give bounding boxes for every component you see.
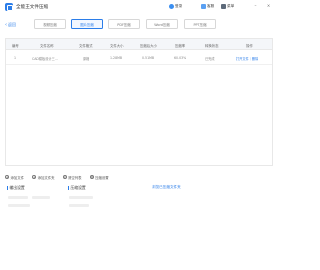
file-table: 编号 文件名称 文件格式 文件大小 压缩后大小 压缩率 转换状态 操作 1 CA…	[5, 38, 273, 166]
menu-icon	[221, 4, 226, 9]
open-output-folder-link[interactable]: 浏览已压缩文件夹	[152, 185, 181, 190]
app-logo-icon	[5, 3, 13, 11]
cell-compressed-size: 0.51MB	[142, 55, 155, 60]
column-header: 文件格式	[79, 43, 93, 48]
title-bar: 全能王文件压缩 登录 客服 菜单 – ×	[0, 0, 280, 14]
user-icon	[169, 4, 174, 9]
login-label: 登录	[175, 4, 183, 8]
output-settings-title: 输出设置	[7, 185, 25, 191]
tab-video-compress[interactable]: 视频压缩	[34, 19, 66, 29]
compress-settings-label: 压缩设置	[95, 175, 109, 180]
cell-actions[interactable]: 打开文件｜删除	[236, 56, 258, 61]
gear-icon: ⚙	[89, 175, 94, 179]
table-header: 编号 文件名称 文件格式 文件大小 压缩后大小 压缩率 转换状态 操作	[6, 39, 272, 50]
blurred-option	[8, 196, 28, 199]
add-folder-button[interactable]: + 添加文件夹	[32, 174, 55, 180]
plus-icon: +	[5, 175, 9, 179]
menu-button[interactable]: 菜单	[221, 3, 234, 10]
add-folder-label: 添加文件夹	[37, 175, 55, 180]
bottom-toolbar: + 添加文件 + 添加文件夹 × 清空列表 ⚙ 压缩设置	[5, 174, 109, 180]
cell-index: 1	[14, 55, 17, 60]
section-marker	[7, 186, 8, 190]
feedback-button[interactable]: 客服	[201, 3, 214, 10]
column-header: 压缩率	[175, 43, 186, 48]
compress-settings-button[interactable]: ⚙ 压缩设置	[89, 174, 109, 180]
column-header: 文件名称	[40, 43, 54, 48]
clear-list-label: 清空列表	[68, 175, 82, 180]
clear-list-button[interactable]: × 清空列表	[62, 174, 82, 180]
minimize-icon[interactable]: –	[253, 3, 258, 8]
cell-ratio: 60.03%	[174, 55, 187, 60]
plus-icon: +	[32, 175, 37, 179]
column-header: 编号	[12, 43, 19, 48]
cell-file-name: CAD模板设计三...	[32, 56, 58, 61]
output-settings-label: 输出设置	[9, 185, 25, 190]
add-file-button[interactable]: + 添加文件	[5, 174, 24, 180]
back-arrow-icon: ‹	[5, 22, 7, 28]
feedback-icon	[201, 4, 206, 9]
table-row[interactable]: 1 CAD模板设计三... 原格 1.28MB 0.51MB 60.03% 已完…	[6, 50, 272, 65]
blurred-option	[69, 204, 89, 207]
feedback-label: 客服	[207, 4, 215, 8]
tab-word-compress[interactable]: Word压缩	[146, 19, 178, 29]
add-file-label: 添加文件	[10, 175, 25, 180]
back-button[interactable]: ‹ 返回	[5, 22, 16, 28]
tab-ppt-compress[interactable]: PPT压缩	[184, 19, 216, 29]
clear-icon: ×	[62, 175, 67, 179]
tab-image-compress[interactable]: 图片压缩	[71, 19, 103, 29]
column-header: 文件大小	[110, 43, 124, 48]
menu-label: 菜单	[227, 4, 235, 8]
column-header: 操作	[246, 43, 253, 48]
login-button[interactable]: 登录	[169, 3, 182, 10]
app-title: 全能王文件压缩	[16, 5, 49, 10]
blurred-option	[32, 196, 50, 199]
blurred-option	[69, 196, 93, 199]
compress-settings-section-label: 压缩设置	[70, 185, 86, 190]
close-icon[interactable]: ×	[266, 3, 271, 8]
section-marker	[68, 186, 69, 190]
column-header: 压缩后大小	[140, 43, 157, 48]
back-label: 返回	[8, 22, 16, 27]
compress-settings-title: 压缩设置	[68, 185, 86, 191]
cell-status: 已完成	[205, 56, 215, 61]
tab-pdf-compress[interactable]: PDF压缩	[108, 19, 140, 29]
blurred-option	[8, 204, 30, 207]
cell-format: 原格	[83, 56, 90, 61]
cell-size: 1.28MB	[110, 55, 123, 60]
column-header: 转换状态	[205, 43, 219, 48]
